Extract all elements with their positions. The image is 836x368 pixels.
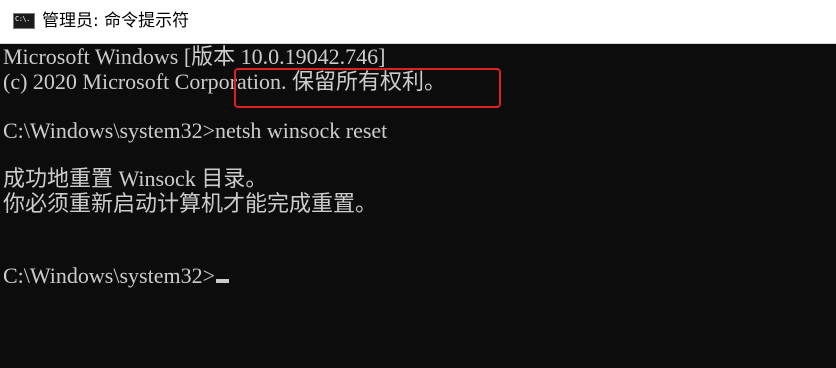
console-prompt-text: C:\Windows\system32> <box>3 263 215 288</box>
command-highlight-box <box>234 68 501 108</box>
title-bar[interactable]: C:\. 管理员: 命令提示符 <box>0 0 836 44</box>
text-cursor <box>215 279 229 283</box>
cmd-icon-glyph: C:\. <box>15 15 30 23</box>
console-line-command: C:\Windows\system32>netsh winsock reset <box>3 118 388 143</box>
window-title: 管理员: 命令提示符 <box>42 11 190 31</box>
console-line-result: 成功地重置 Winsock 目录。 <box>3 166 268 191</box>
console-line-restart-notice: 你必须重新启动计算机才能完成重置。 <box>3 191 378 216</box>
cmd-icon: C:\. <box>13 13 35 29</box>
console-line-prompt[interactable]: C:\Windows\system32> <box>3 263 229 289</box>
console-line-version: Microsoft Windows [版本 10.0.19042.746] <box>3 44 386 69</box>
command-prompt-window: C:\. 管理员: 命令提示符 Microsoft Windows [版本 10… <box>0 0 836 368</box>
